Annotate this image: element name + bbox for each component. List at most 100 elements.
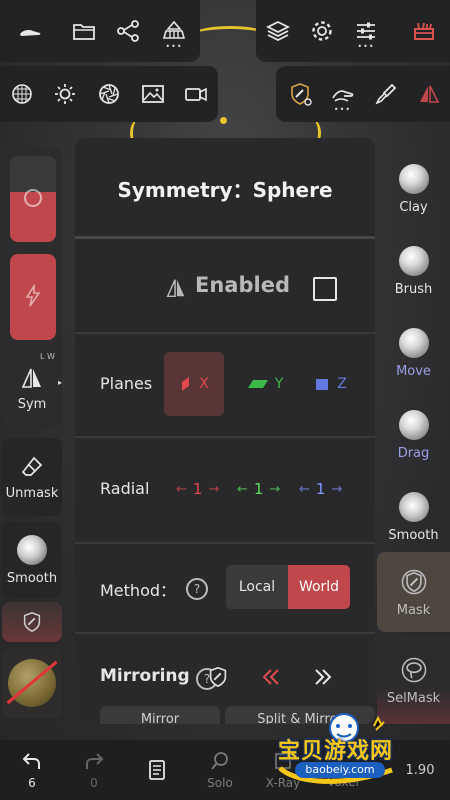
toolbox-button[interactable]	[402, 9, 446, 53]
decrement-arrow-icon[interactable]: ←	[237, 482, 248, 497]
files-button[interactable]	[62, 9, 106, 53]
tool-move-label: Move	[396, 363, 431, 379]
method-world-option[interactable]: World	[288, 565, 350, 609]
notebook-icon	[149, 760, 165, 780]
history-button[interactable]	[140, 740, 174, 800]
settings-button[interactable]	[300, 9, 344, 53]
undo-button[interactable]: 6	[14, 740, 50, 800]
tool-settings-button[interactable]: •••	[344, 9, 388, 53]
paint-button[interactable]	[364, 72, 407, 116]
sculpt-toolbar: •••	[276, 66, 450, 122]
brush-ball-icon	[398, 245, 429, 276]
redo-count: 0	[90, 776, 98, 790]
tool-clay-label: Clay	[399, 199, 428, 215]
radial-label: Radial	[100, 479, 150, 498]
divider	[75, 632, 375, 634]
material-button[interactable]	[2, 648, 62, 718]
shield-mask-icon	[209, 666, 227, 688]
tool-smooth-label: Smooth	[388, 527, 439, 543]
plane-x-label: X	[199, 376, 209, 392]
stroke-button[interactable]: •••	[321, 72, 364, 116]
plane-z-icon	[316, 379, 329, 390]
meshes-button[interactable]: •••	[152, 9, 196, 53]
decrement-arrow-icon[interactable]: ←	[299, 482, 310, 497]
scene-button[interactable]	[106, 9, 150, 53]
paint-brush-icon	[374, 83, 396, 105]
plane-x-button[interactable]: X	[164, 352, 224, 416]
radial-y-stepper[interactable]: ← 1 →	[231, 480, 286, 498]
shield-mask-gear-icon	[290, 83, 312, 106]
method-local-option[interactable]: Local	[226, 565, 288, 609]
plane-z-button[interactable]: Z	[301, 352, 361, 416]
intensity-slider[interactable]	[10, 254, 56, 340]
decrement-arrow-icon[interactable]: ←	[176, 482, 187, 497]
panel-title: Symmetry：Sphere	[117, 178, 333, 202]
pyramid-blocks-icon	[162, 20, 186, 39]
redo-button[interactable]: 0	[76, 740, 112, 800]
eraser-icon	[21, 456, 43, 476]
watermark-text: 宝贝游戏网	[278, 739, 394, 764]
tool-mask[interactable]: Mask	[377, 552, 450, 632]
aperture-icon	[99, 84, 119, 104]
smooth-ball-icon	[398, 491, 429, 522]
camera-button[interactable]	[174, 72, 218, 116]
method-segmented-control: Local World	[226, 565, 350, 609]
plane-y-button[interactable]: Y	[235, 352, 295, 416]
lightning-icon	[25, 284, 41, 307]
layers-icon	[265, 20, 291, 42]
wireframe-sphere-icon	[11, 84, 32, 104]
material-off-slash	[6, 660, 58, 705]
double-chevron-right-icon[interactable]	[312, 666, 334, 688]
solo-button[interactable]: Solo	[198, 740, 242, 800]
divider	[75, 542, 375, 544]
symmetry-button[interactable]	[407, 72, 450, 116]
shield-mask-icon	[401, 569, 426, 594]
material-sphere-icon	[6, 659, 58, 707]
tool-brush[interactable]: Brush	[377, 232, 450, 310]
left-mask-button[interactable]	[2, 602, 62, 642]
tool-mask-label: Mask	[396, 602, 431, 618]
symmetry-triangle-icon	[166, 279, 185, 298]
enabled-label: Enabled	[195, 273, 290, 297]
lighting-button[interactable]	[44, 72, 88, 116]
enabled-checkbox[interactable]	[313, 277, 337, 301]
symmetry-panel: Symmetry：Sphere Enabled Planes X Y Z Rad…	[75, 138, 375, 724]
more-dots: •••	[165, 42, 183, 51]
top-left-toolbar: •••	[0, 0, 200, 62]
increment-arrow-icon[interactable]: →	[208, 482, 219, 497]
plane-z-label: Z	[337, 376, 347, 392]
image-icon	[141, 85, 164, 103]
move-ball-icon	[398, 327, 429, 358]
radial-x-stepper[interactable]: ← 1 →	[170, 480, 225, 498]
lasso-mask-icon	[401, 657, 426, 682]
sym-toggle[interactable]: L W ▸ Sym	[2, 348, 62, 428]
radial-x-value: 1	[192, 480, 203, 498]
double-chevron-left-icon[interactable]	[260, 666, 282, 688]
camera-lens-button[interactable]	[87, 72, 131, 116]
radial-z-stepper[interactable]: ← 1 →	[293, 480, 348, 498]
mask-tool-button[interactable]	[278, 72, 321, 116]
layers-button[interactable]	[256, 9, 300, 53]
left-smooth-button[interactable]: Smooth	[2, 522, 62, 598]
folder-icon	[73, 24, 95, 40]
app-menu-button[interactable]	[8, 9, 52, 53]
wireframe-button[interactable]	[0, 72, 44, 116]
mirror-button[interactable]: Mirror	[100, 706, 220, 724]
shoe-icon	[20, 30, 41, 36]
chevron-right-icon: ▸	[57, 378, 62, 387]
radial-y-value: 1	[253, 480, 264, 498]
plane-x-icon	[182, 377, 190, 391]
symmetry-sphere-handle[interactable]	[220, 117, 227, 124]
unmask-button[interactable]: Unmask	[2, 438, 62, 516]
increment-arrow-icon[interactable]: →	[269, 482, 280, 497]
tool-smooth[interactable]: Smooth	[377, 478, 450, 556]
background-button[interactable]	[131, 72, 175, 116]
plane-y-icon	[247, 380, 268, 388]
tool-move[interactable]: Move	[377, 314, 450, 392]
divider	[75, 236, 375, 239]
method-help-icon[interactable]: ?	[186, 578, 208, 600]
radius-slider[interactable]	[10, 156, 56, 242]
increment-arrow-icon[interactable]: →	[331, 482, 342, 497]
tool-clay[interactable]: Clay	[377, 150, 450, 228]
tool-drag[interactable]: Drag	[377, 396, 450, 474]
